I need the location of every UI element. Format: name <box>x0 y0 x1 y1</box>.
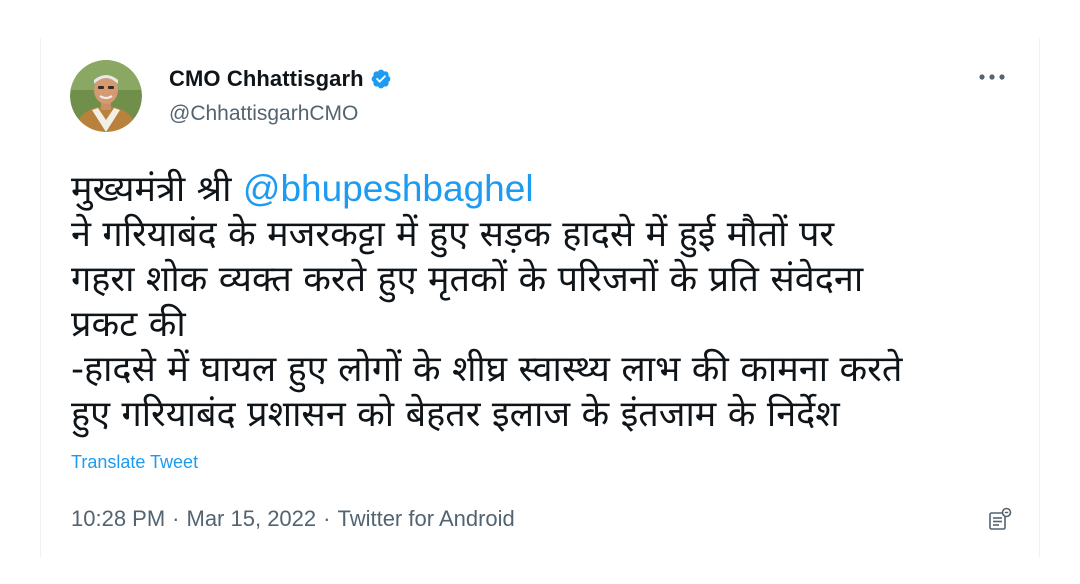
mention-link[interactable]: @bhupeshbaghel <box>243 168 534 209</box>
translate-tweet-link[interactable]: Translate Tweet <box>71 452 198 473</box>
tweet-meta: 10:28 PM · Mar 15, 2022 · Twitter for An… <box>71 506 515 532</box>
avatar-image <box>70 60 142 132</box>
tweet-analytics-button[interactable] <box>985 504 1015 534</box>
tweet-date-link[interactable]: Mar 15, 2022 <box>187 506 317 532</box>
tweet-text-line-5: -हादसे में घायल हुए लोगों के शीघ्र स्वास… <box>71 349 903 390</box>
meta-separator: · <box>323 506 331 531</box>
tweet-time-link[interactable]: 10:28 PM <box>71 506 165 532</box>
tweet-text-line-2: ने गरियाबंद के मजरकट्टा में हुए सड़क हाद… <box>71 214 835 255</box>
more-options-icon <box>979 74 1005 80</box>
verified-badge-icon <box>371 69 391 89</box>
author-name-row[interactable]: CMO Chhattisgarh <box>169 66 392 92</box>
avatar[interactable] <box>70 60 142 132</box>
tweet-analytics-icon <box>989 507 1012 530</box>
tweet-text-line-3: गहरा शोक व्यक्त करते हुए मृतकों के परिजन… <box>71 259 864 300</box>
tweet-text: मुख्यमंत्री श्री @bhupeshbaghel ने गरिया… <box>71 166 1031 437</box>
more-options-button[interactable] <box>975 60 1009 94</box>
tweet-text-line-1: मुख्यमंत्री श्री <box>71 169 243 210</box>
meta-separator: · <box>172 506 180 531</box>
author-display-name[interactable]: CMO Chhattisgarh <box>169 66 364 92</box>
tweet-text-line-6: हुए गरियाबंद प्रशासन को बेहतर इलाज के इं… <box>71 394 840 435</box>
tweet-source-link[interactable]: Twitter for Android <box>337 506 514 532</box>
author-handle[interactable]: @ChhattisgarhCMO <box>169 102 358 126</box>
tweet-text-line-4: प्रकट की <box>71 304 186 345</box>
tweet-card: CMO Chhattisgarh @ChhattisgarhCMO मुख्यम… <box>40 38 1040 558</box>
